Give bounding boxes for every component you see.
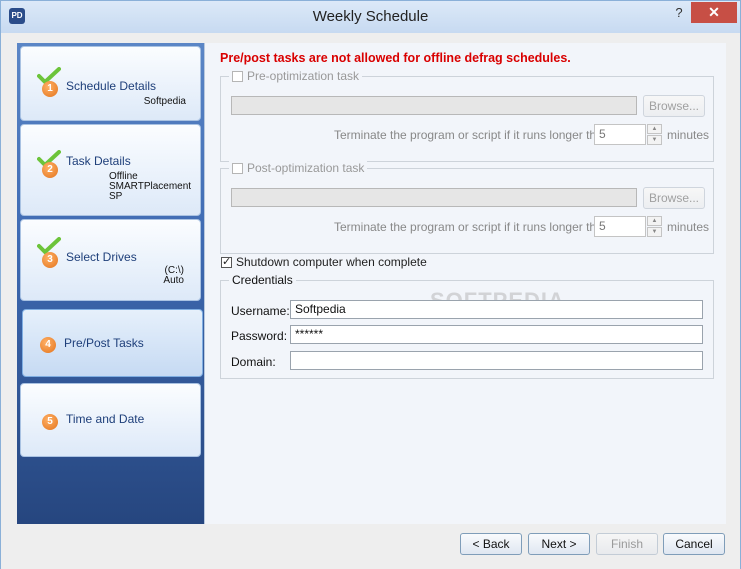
username-label: Username:	[231, 304, 290, 318]
credentials-legend-text: Credentials	[232, 273, 293, 287]
step-number-badge: 4	[40, 337, 56, 353]
step-title: Select Drives	[66, 250, 137, 264]
domain-field[interactable]	[290, 351, 703, 370]
cancel-button[interactable]: Cancel	[663, 533, 725, 555]
pre-task-terminate-label: Terminate the program or script if it ru…	[334, 128, 610, 142]
pre-task-minutes-field[interactable]: 5	[594, 124, 646, 145]
next-button[interactable]: Next >	[528, 533, 590, 555]
step-summary-line: SP	[109, 191, 123, 202]
pre-task-minutes-label: minutes	[667, 128, 710, 142]
credentials-legend: Credentials	[229, 273, 296, 287]
shutdown-checkbox[interactable]	[221, 255, 232, 268]
domain-label: Domain:	[231, 355, 276, 369]
wizard-steps-sidebar: 1 Schedule Details Softpedia 2 Task Deta…	[17, 43, 204, 524]
step-title: Schedule Details	[66, 79, 157, 93]
post-task-minutes-label: minutes	[667, 220, 710, 234]
pre-task-path-input[interactable]	[231, 96, 637, 115]
step-title: Pre/Post Tasks	[64, 336, 144, 350]
password-label: Password:	[231, 329, 288, 343]
close-button[interactable]: ✕	[691, 2, 737, 23]
username-field[interactable]: Softpedia	[290, 300, 703, 319]
step-time-and-date[interactable]: 5 Time and Date	[20, 383, 201, 457]
title-bar[interactable]: PD Weekly Schedule ? ✕	[1, 1, 740, 33]
step-number-badge: 2	[42, 162, 58, 178]
post-task-path-input[interactable]	[231, 188, 637, 207]
help-button[interactable]: ?	[669, 3, 689, 23]
content-panel: Pre/post tasks are not allowed for offli…	[204, 43, 726, 524]
step-number-badge: 5	[42, 414, 58, 430]
post-task-terminate-label: Terminate the program or script if it ru…	[334, 220, 610, 234]
spin-up-icon[interactable]: ▲	[647, 216, 662, 226]
post-optimization-label: Post-optimization task	[247, 161, 365, 175]
step-number-badge: 3	[42, 252, 58, 268]
step-pre-post-tasks[interactable]: 4 Pre/Post Tasks	[22, 309, 203, 377]
post-optimization-legend: Post-optimization task	[229, 161, 368, 175]
post-optimization-group: Post-optimization task Browse... Termina…	[220, 161, 714, 254]
post-task-minutes-field[interactable]: 5	[594, 216, 646, 237]
wizard-footer: < Back Next > Finish Cancel	[1, 524, 740, 569]
post-task-browse-button[interactable]: Browse...	[643, 187, 705, 209]
window-title: Weekly Schedule	[312, 8, 429, 25]
step-select-drives[interactable]: 3 Select Drives (C:\) Auto	[20, 219, 201, 301]
pre-optimization-checkbox[interactable]	[232, 70, 243, 82]
post-task-minutes-spinner[interactable]: 5 ▲ ▼	[594, 216, 662, 237]
shutdown-label: Shutdown computer when complete	[236, 255, 427, 269]
step-task-details[interactable]: 2 Task Details Offline SMARTPlacement SP	[20, 124, 201, 216]
pre-optimization-group: Pre-optimization task Browse... Terminat…	[220, 69, 714, 162]
pre-task-minutes-spinner[interactable]: 5 ▲ ▼	[594, 124, 662, 145]
back-button[interactable]: < Back	[460, 533, 522, 555]
step-summary-line: Auto	[163, 275, 184, 286]
password-field[interactable]: ******	[290, 325, 703, 344]
shutdown-option[interactable]: Shutdown computer when complete	[221, 255, 427, 269]
pre-optimization-legend: Pre-optimization task	[229, 69, 363, 83]
spin-down-icon[interactable]: ▼	[647, 227, 662, 237]
step-title: Task Details	[66, 154, 131, 168]
step-number-badge: 1	[42, 81, 58, 97]
finish-button[interactable]: Finish	[596, 533, 658, 555]
pre-task-browse-button[interactable]: Browse...	[643, 95, 705, 117]
credentials-group: Credentials Username: Softpedia Password…	[220, 273, 714, 379]
pre-optimization-label: Pre-optimization task	[247, 69, 360, 83]
step-title: Time and Date	[66, 412, 145, 426]
weekly-schedule-window: PD Weekly Schedule ? ✕ 1 Schedule Detail…	[0, 0, 741, 569]
spin-down-icon[interactable]: ▼	[647, 135, 662, 145]
step-schedule-details[interactable]: 1 Schedule Details Softpedia	[20, 46, 201, 121]
offline-warning-text: Pre/post tasks are not allowed for offli…	[220, 51, 571, 65]
step-summary: Softpedia	[143, 96, 186, 107]
post-optimization-checkbox[interactable]	[232, 162, 243, 174]
spin-up-icon[interactable]: ▲	[647, 124, 662, 134]
